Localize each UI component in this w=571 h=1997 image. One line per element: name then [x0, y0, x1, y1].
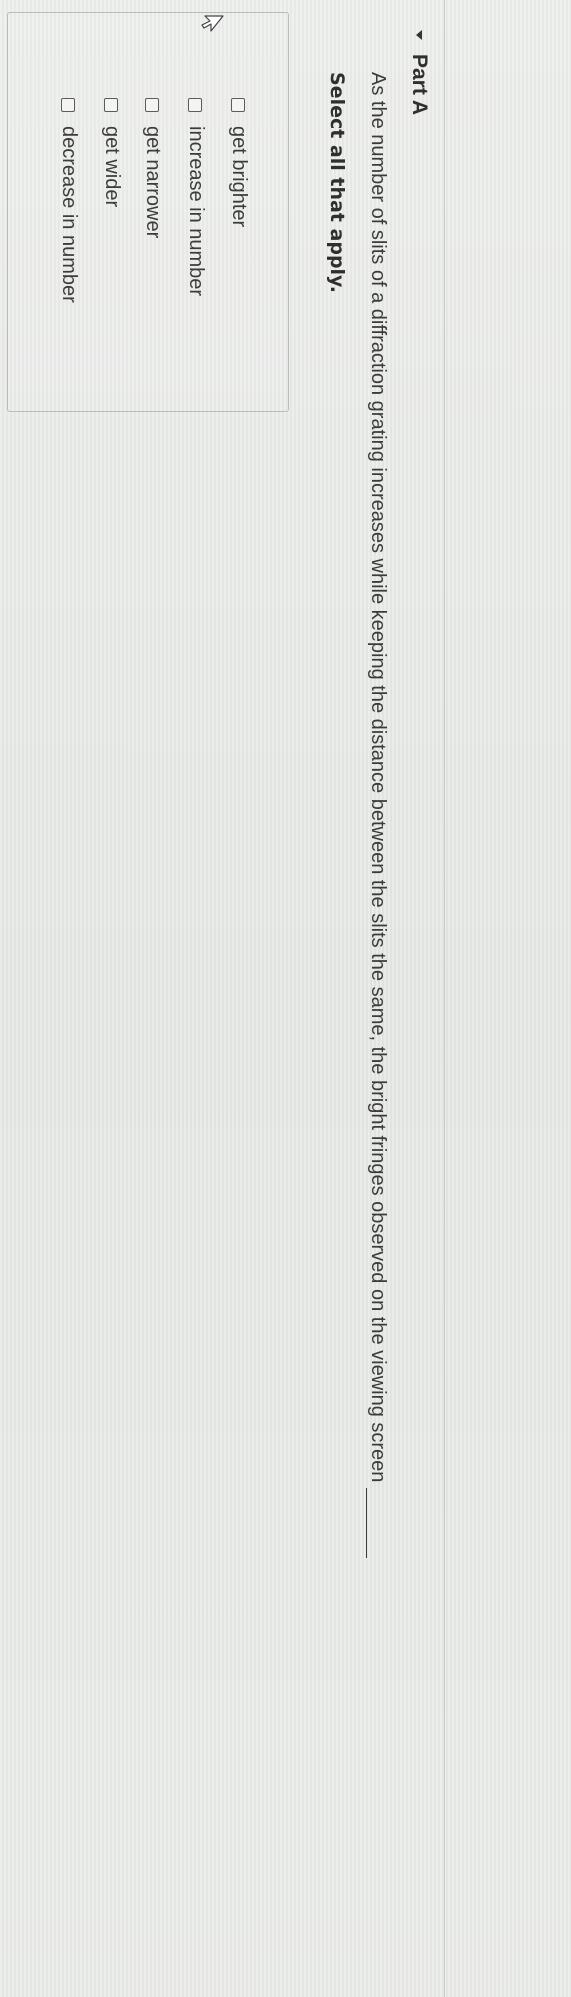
part-header[interactable]: Part A	[407, 30, 431, 115]
option-label: get narrower	[142, 126, 164, 239]
option-label: get brighter	[228, 126, 250, 228]
checkbox[interactable]	[231, 98, 246, 112]
option-decrease-in-number[interactable]: decrease in number	[57, 98, 80, 303]
option-label: get wider	[101, 126, 123, 208]
checkbox[interactable]	[188, 98, 203, 112]
checkbox[interactable]	[145, 98, 160, 112]
instruction-text: Select all that apply.	[326, 72, 348, 293]
option-increase-in-number[interactable]: increase in number	[184, 98, 207, 296]
question-text: As the number of slits of a diffraction …	[366, 72, 389, 1972]
checkbox[interactable]	[61, 98, 76, 112]
answer-blank	[366, 1488, 385, 1559]
mouse-pointer-icon	[201, 15, 224, 32]
checkbox[interactable]	[104, 98, 119, 112]
question-stem: As the number of slits of a diffraction …	[367, 72, 389, 1483]
option-get-narrower[interactable]: get narrower	[141, 98, 164, 238]
question-panel: Part A As the number of slits of a diffr…	[0, 0, 571, 1997]
option-get-brighter[interactable]: get brighter	[227, 98, 250, 227]
caret-down-icon[interactable]	[416, 30, 422, 40]
option-label: decrease in number	[58, 126, 80, 303]
part-title: Part A	[408, 54, 431, 116]
section-divider	[444, 0, 445, 1997]
option-get-wider[interactable]: get wider	[100, 98, 123, 207]
option-label: increase in number	[185, 126, 207, 297]
